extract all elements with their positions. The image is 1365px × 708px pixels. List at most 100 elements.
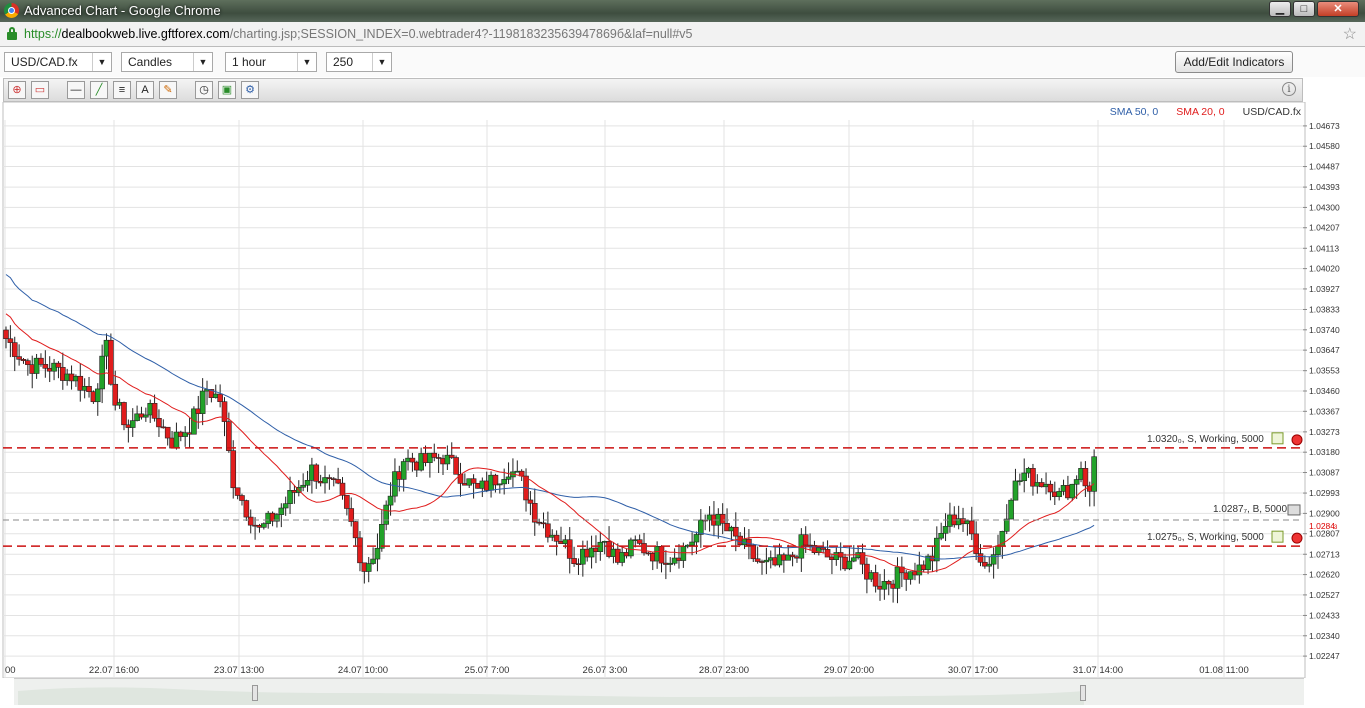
candle-body: [374, 547, 381, 560]
legend-item-2: SMA 50, 0: [1110, 106, 1159, 118]
candle-body: [164, 426, 171, 439]
candle-body: [344, 495, 350, 509]
trend-line-icon[interactable]: ╱: [90, 81, 108, 99]
candle-body: [1073, 479, 1080, 485]
candle-body: [754, 558, 761, 562]
y-tick-label-7: 1.04020: [1309, 264, 1340, 274]
candle-body: [698, 519, 704, 535]
candle-body: [94, 388, 101, 403]
candle-body: [108, 339, 114, 385]
cancel-order-icon: [1291, 434, 1303, 446]
x-tick-label-8: 30.07 17:00: [948, 665, 998, 676]
chart-navigator[interactable]: [14, 678, 1304, 705]
candle-body: [846, 560, 853, 570]
info-icon[interactable]: i: [1282, 82, 1296, 96]
x-tick-label-9: 31.07 14:00: [1073, 665, 1123, 676]
y-tick-label-14: 1.03367: [1309, 406, 1340, 416]
horizontal-line-icon[interactable]: —: [67, 81, 85, 99]
add-chart-icon[interactable]: ▣: [218, 81, 236, 99]
candle-body: [247, 516, 254, 526]
zoom-area-icon[interactable]: ▭: [31, 81, 49, 99]
x-tick-label-1: 22.07 16:00: [89, 665, 139, 676]
y-tick-label-15: 1.03273: [1309, 427, 1340, 437]
x-tick-label-4: 25.07 7:00: [465, 665, 510, 676]
y-tick-label-3: 1.04393: [1309, 182, 1340, 192]
candle-body: [112, 383, 119, 406]
candle-body: [938, 532, 944, 539]
candle-body: [278, 507, 285, 515]
candle-body: [636, 539, 643, 544]
candle-body: [571, 558, 577, 564]
candle-body: [300, 484, 306, 488]
crosshair-icon[interactable]: ⊕: [8, 81, 26, 99]
candle-body: [680, 546, 687, 561]
chrome-icon: [4, 3, 19, 18]
candle-body: [1012, 480, 1019, 501]
candle-body: [409, 457, 416, 463]
candle-body: [1008, 499, 1014, 520]
candle-body: [129, 420, 136, 428]
candle-body: [55, 362, 62, 368]
candle-body: [750, 544, 757, 560]
chevron-down-icon: ▼: [297, 53, 316, 71]
symbol-select[interactable]: USD/CAD.fx ▼: [4, 52, 112, 72]
eraser-icon[interactable]: ✎: [159, 81, 177, 99]
candle-body: [732, 526, 739, 537]
x-tick-label-10: 01.08 11:00: [1199, 665, 1248, 676]
legend-item-1: SMA 20, 0: [1176, 106, 1225, 118]
candle-body: [282, 503, 289, 509]
chevron-down-icon: ▼: [193, 53, 212, 71]
y-tick-label-2: 1.04487: [1309, 162, 1340, 172]
candle-body: [934, 537, 940, 562]
last-price-label: 1.0284: [1309, 521, 1335, 531]
close-button[interactable]: ✕: [1317, 1, 1359, 17]
candle-body: [16, 356, 22, 360]
candle-body: [261, 523, 267, 528]
position-label: 1.0287₇, B, 5000: [1213, 504, 1287, 515]
candlestick-chart[interactable]: 1.0320₀, S, Working, 5000 1.0275₀, S, Wor…: [0, 102, 1365, 678]
url-text[interactable]: https://dealbookweb.live.gftforex.com/ch…: [24, 27, 692, 41]
add-edit-indicators-button[interactable]: Add/Edit Indicators: [1175, 51, 1293, 73]
candle-body: [453, 457, 459, 475]
candle-body: [365, 563, 372, 572]
chart-toolbar: USD/CAD.fx ▼ Candles ▼ 1 hour ▼ 250 ▼: [0, 47, 1365, 77]
edit-order-icon: [1271, 530, 1284, 543]
navigator-right-handle[interactable]: [1080, 685, 1086, 701]
minimize-button[interactable]: ▁: [1269, 1, 1291, 17]
navigator-left-handle[interactable]: [252, 685, 258, 701]
candle-body: [1021, 472, 1028, 482]
candle-body: [387, 495, 394, 506]
candle-body: [304, 480, 311, 486]
settings-gear-icon[interactable]: ⚙: [241, 81, 259, 99]
candle: [108, 333, 114, 386]
bookmark-star-icon[interactable]: ☆: [1343, 24, 1357, 44]
edit-order-icon: [1271, 432, 1284, 445]
legend: USD/CAD.fx SMA 20, 0 SMA 50, 0: [1110, 106, 1302, 118]
candle-body: [230, 450, 237, 489]
candle-body: [86, 386, 92, 392]
candle-body: [357, 537, 363, 564]
interval-select[interactable]: 1 hour ▼: [225, 52, 317, 72]
candle-body: [977, 553, 984, 563]
candle-body: [431, 452, 438, 458]
y-tick-label-21: 1.02713: [1309, 549, 1340, 559]
channel-icon[interactable]: ≡: [113, 81, 131, 99]
y-tick-label-26: 1.02247: [1309, 651, 1340, 661]
candle-body: [995, 545, 1001, 555]
x-tick-label-6: 28.07 23:00: [699, 665, 749, 676]
y-tick-label-9: 1.03833: [1309, 304, 1340, 314]
order-label-1: 1.0275₀, S, Working, 5000: [1147, 532, 1264, 543]
candle-body: [872, 572, 879, 587]
address-bar[interactable]: https://dealbookweb.live.gftforex.com/ch…: [0, 22, 1365, 47]
maximize-button[interactable]: □: [1293, 1, 1315, 17]
candle-body: [99, 355, 105, 390]
bars-select[interactable]: 250 ▼: [326, 52, 392, 72]
y-tick-label-5: 1.04207: [1309, 223, 1340, 233]
candle-body: [942, 526, 949, 534]
alarm-clock-icon[interactable]: ◷: [195, 81, 213, 99]
lock-icon: [7, 27, 17, 40]
candle-body: [501, 479, 507, 485]
chart-type-select[interactable]: Candles ▼: [121, 52, 213, 72]
text-tool-icon[interactable]: A: [136, 81, 154, 99]
y-tick-label-19: 1.02900: [1309, 508, 1340, 518]
